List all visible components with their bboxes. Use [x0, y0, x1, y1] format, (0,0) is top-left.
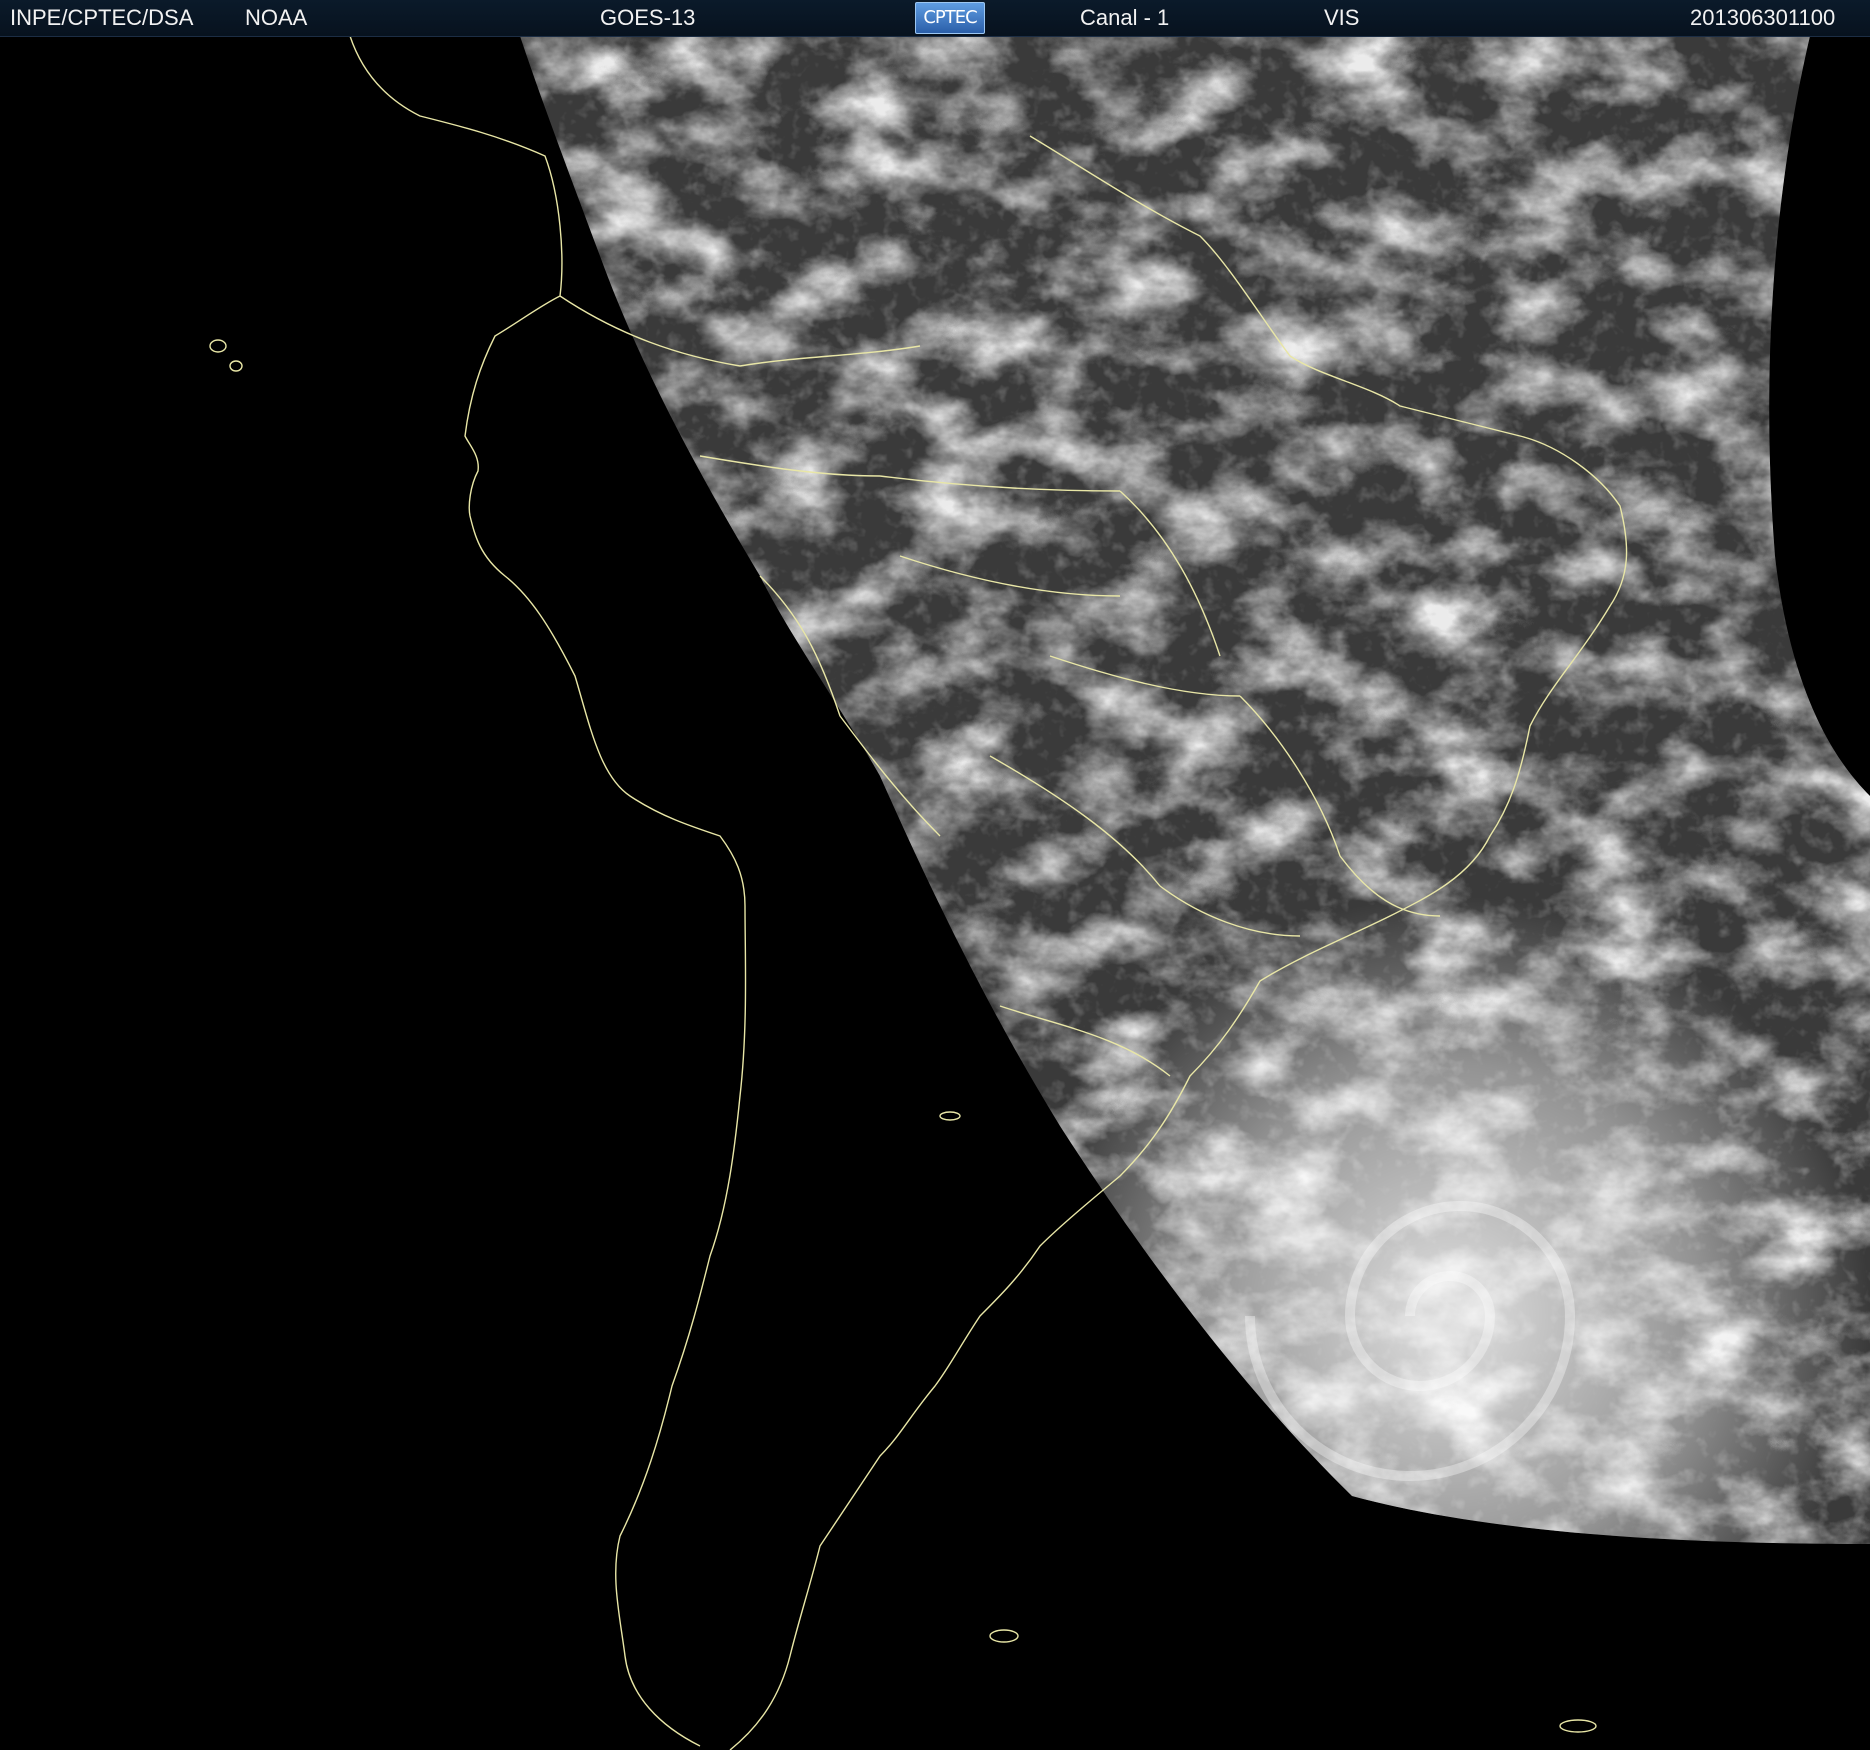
- cptec-logo: CPTEC: [915, 2, 985, 34]
- agency-label: INPE/CPTEC/DSA: [10, 5, 194, 30]
- satellite-label: GOES-13: [600, 5, 696, 30]
- provider-label: NOAA: [245, 5, 308, 30]
- satellite-image: [209, 36, 1870, 1750]
- header-bar: INPE/CPTEC/DSA NOAA GOES-13 CPTEC Canal …: [0, 0, 1870, 37]
- channel-label: Canal - 1: [1080, 5, 1170, 30]
- timestamp-label: 201306301100: [1690, 5, 1836, 30]
- daylight-disk: [520, 36, 1870, 1544]
- band-label: VIS: [1324, 5, 1360, 30]
